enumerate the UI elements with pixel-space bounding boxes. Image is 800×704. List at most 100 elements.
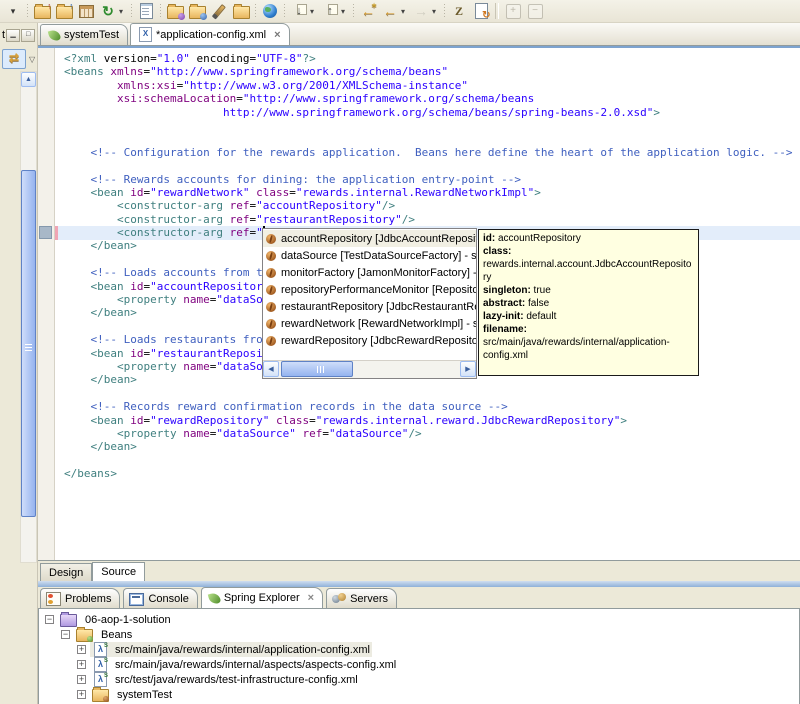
folder-icon[interactable]: [230, 2, 252, 21]
beans-folder-icon: [76, 627, 93, 642]
view-tab-servers[interactable]: Servers: [326, 588, 397, 608]
new-wizard-up2-icon[interactable]: [53, 1, 75, 21]
scroll-up-button[interactable]: ▲: [21, 72, 36, 87]
prev-annotation-icon: ↑: [327, 5, 333, 17]
scrollbar-thumb[interactable]: [281, 361, 353, 377]
scroll-left-button[interactable]: ◀: [263, 361, 279, 377]
bean-icon: [266, 267, 276, 278]
tab-design[interactable]: Design: [40, 563, 93, 581]
expand-icon[interactable]: +: [77, 675, 86, 684]
expand-icon[interactable]: +: [77, 660, 86, 669]
tree-item[interactable]: 06-aop-1-solution: [58, 612, 173, 627]
tree-row[interactable]: − Beans: [39, 627, 799, 642]
forward-icon: →: [414, 3, 428, 19]
tooltip-field-label: abstract:: [483, 298, 526, 309]
back-icon-dropdown-chevron[interactable]: ▾: [401, 7, 410, 16]
tree-row[interactable]: + λ src/test/java/rewards/test-infrastruct…: [39, 670, 799, 687]
completion-item[interactable]: rewardRepository [JdbcRewardRepository] …: [263, 332, 476, 349]
tab-source[interactable]: Source: [92, 562, 146, 581]
tooltip-field-value: default: [523, 311, 557, 322]
tree-item[interactable]: λsrc/main/java/rewards/internal/aspects/…: [90, 655, 398, 672]
completion-horizontal-scrollbar[interactable]: ◀ ▶: [263, 360, 476, 378]
servers-icon: [332, 592, 347, 605]
completion-item[interactable]: monitorFactory [JamonMonitorFactory] - s…: [263, 264, 476, 281]
scrollbar-thumb[interactable]: [21, 170, 36, 517]
view-tab-spring-explorer[interactable]: Spring Explorer ×: [200, 587, 324, 608]
stamp-icon[interactable]: Z: [448, 2, 470, 21]
open-folder-blue-icon: [188, 4, 207, 20]
editor-tab-systemtest[interactable]: systemTest: [40, 24, 129, 45]
prev-annotation-icon[interactable]: ↑: [319, 2, 341, 21]
content-assist-popup: accountRepository [JdbcAccountRepository…: [262, 228, 477, 379]
completion-item[interactable]: restaurantRepository [JdbcRestaurantRepo…: [263, 298, 476, 315]
back-icon: ←: [383, 3, 397, 19]
tree-row[interactable]: + λsrc/main/java/rewards/internal/aspects…: [39, 655, 799, 672]
beans-set-icon: [92, 687, 109, 702]
minimize-button[interactable]: ▁: [6, 28, 21, 42]
next-annotation-icon-dropdown-chevron[interactable]: ▾: [310, 7, 319, 16]
collapse-icon[interactable]: −: [61, 630, 70, 639]
view-tab-problems[interactable]: Problems: [40, 588, 121, 608]
maximize-button[interactable]: □: [21, 28, 36, 42]
tree-item[interactable]: λsrc/main/java/rewards/internal/applicat…: [90, 640, 372, 657]
expand-icon[interactable]: +: [77, 690, 86, 699]
tooltip-field: filename: src/main/java/rewards/internal…: [483, 323, 694, 362]
editor-doc-icon[interactable]: [135, 2, 157, 21]
collapse-all-icon: −: [527, 3, 543, 19]
tooltip-field: class: rewards.internal.account.JdbcAcco…: [483, 245, 694, 284]
next-annotation-icon[interactable]: ↓: [288, 2, 310, 21]
expand-all-icon[interactable]: +: [502, 2, 524, 21]
completion-list[interactable]: accountRepository [JdbcAccountRepository…: [263, 229, 476, 360]
toolbar-overflow-chevron-icon[interactable]: ▾: [2, 2, 24, 21]
paintbrush-icon[interactable]: [208, 2, 230, 21]
refresh-icon[interactable]: ↻: [97, 2, 119, 21]
open-folder-blue-icon[interactable]: [186, 2, 208, 21]
collapsed-view-tab[interactable]: t ▁ □: [0, 26, 38, 44]
expand-icon[interactable]: +: [77, 645, 86, 654]
tree-item[interactable]: systemTest: [90, 687, 174, 702]
tree-item[interactable]: λ src/test/java/rewards/test-infrastructu…: [90, 670, 360, 687]
editor-tab--application-config-xml[interactable]: X *application-config.xml ×: [130, 23, 290, 45]
back-icon[interactable]: ←: [379, 2, 401, 21]
spring-explorer-tree[interactable]: −06-aop-1-solution−Beans+λsrc/main/java/…: [38, 608, 800, 704]
tooltip-field-value: accountRepository: [495, 233, 581, 244]
vertical-ruler[interactable]: [38, 48, 55, 560]
web-browser-globe-icon[interactable]: [259, 2, 281, 21]
new-wizard-up-icon[interactable]: [31, 1, 53, 21]
view-tab-console[interactable]: Console: [123, 588, 198, 608]
tree-row[interactable]: + systemTest: [39, 687, 799, 702]
code-line: <bean id="rewardNetwork" class="rewards.…: [90, 185, 541, 199]
vertical-scrollbar[interactable]: ▲: [20, 71, 37, 563]
completion-item[interactable]: repositoryPerformanceMonitor [Repository…: [263, 281, 476, 298]
open-folder-purple-icon[interactable]: [164, 2, 186, 21]
close-icon[interactable]: ×: [308, 592, 314, 604]
tab-label: Source: [101, 566, 137, 578]
last-edit-location-icon[interactable]: ←: [357, 2, 379, 21]
collapsed-view-strip: t ▁ □ ⇄ ▽ ▲: [0, 23, 38, 704]
collapse-icon[interactable]: −: [45, 615, 54, 624]
eclipse-workbench: ▾↻▾↓▾↑▾←←▾→▾Z+− t ▁ □ ⇄ ▽ ▲ systemTestX*…: [0, 0, 800, 704]
code-line: </beans>: [64, 467, 117, 481]
completion-item[interactable]: accountRepository [JdbcAccountRepository…: [263, 230, 476, 247]
completion-item[interactable]: dataSource [TestDataSourceFactory] - src…: [263, 247, 476, 264]
bean-icon: [266, 233, 276, 244]
table-icon[interactable]: [75, 2, 97, 21]
toolbar-separator: [252, 3, 259, 19]
forward-icon[interactable]: →: [410, 2, 432, 21]
tooltip-field-value: rewards.internal.account.JdbcAccountRepo…: [483, 259, 692, 283]
code-line: <bean id="rewardRepository" class="rewar…: [90, 413, 627, 427]
tree-row[interactable]: − 06-aop-1-solution: [39, 612, 799, 627]
refresh-icon-dropdown-chevron[interactable]: ▾: [119, 7, 128, 16]
toolbar-separator: [350, 3, 357, 19]
collapse-all-icon[interactable]: −: [524, 2, 546, 21]
tree-row[interactable]: + λsrc/main/java/rewards/internal/applica…: [39, 640, 799, 657]
toolbar-overflow-chevron-icon: ▾: [10, 5, 16, 16]
refresh-file-icon[interactable]: [470, 2, 492, 21]
prev-annotation-icon-dropdown-chevron[interactable]: ▾: [341, 7, 350, 16]
view-menu-chevron-icon[interactable]: ▽: [29, 55, 35, 64]
forward-icon-dropdown-chevron[interactable]: ▾: [432, 7, 441, 16]
close-icon[interactable]: ×: [274, 29, 280, 41]
link-with-editor-icon[interactable]: ⇄: [2, 49, 26, 69]
scroll-right-button[interactable]: ▶: [460, 361, 476, 377]
completion-item[interactable]: rewardNetwork [RewardNetworkImpl] - src/…: [263, 315, 476, 332]
